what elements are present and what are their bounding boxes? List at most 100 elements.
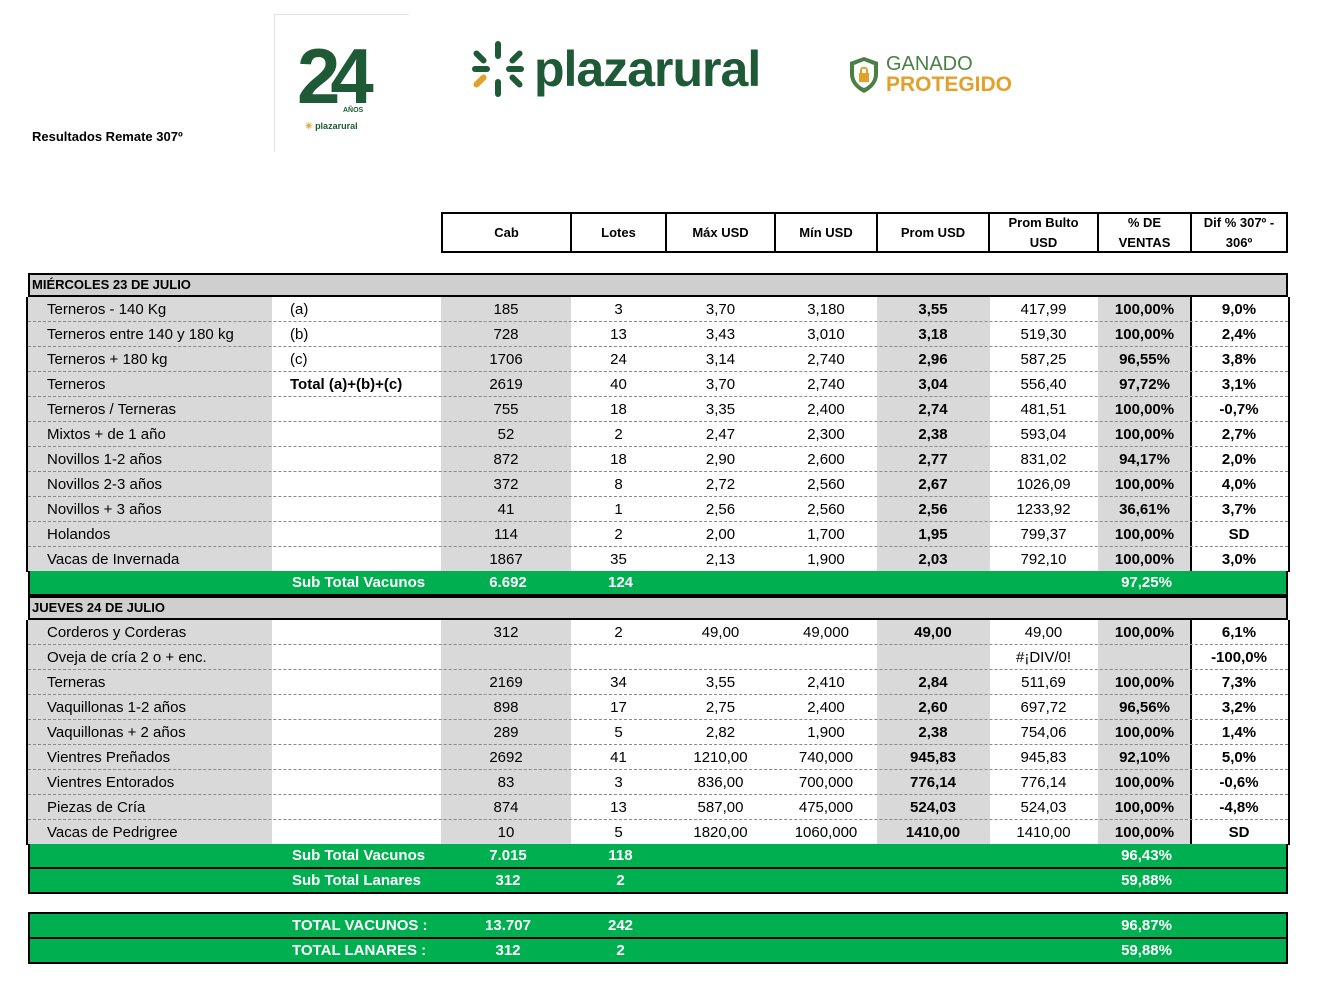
cell-min: 2,740 [807, 376, 845, 393]
table-row: Corderos y Corderas 312 2 49,00 49,000 49,00 4… [26, 620, 1290, 645]
row-border-left [26, 472, 28, 497]
row-border-right [1288, 770, 1290, 795]
cell-lotes: 2 [614, 624, 623, 641]
row-border-left [26, 547, 28, 572]
subtotal-lotes: 118 [608, 847, 633, 864]
cell-dif: 3,1% [1221, 376, 1257, 393]
row-category: Terneros + 180 kg [47, 351, 168, 368]
cell-min [774, 645, 878, 670]
row-border-right [1288, 422, 1290, 447]
brand-wordmark: plazarural [534, 41, 761, 97]
row-border-right [1288, 347, 1290, 372]
cell-dif: SD [1228, 526, 1250, 543]
total-vacunos-row: TOTAL VACUNOS : 13.707 242 96,87% [28, 912, 1288, 939]
table-row: Terneros entre 140 y 180 kg (b) 728 13 3,43 3… [26, 322, 1290, 347]
cell-max [665, 645, 776, 670]
cell-ventas: 100,00% [1114, 526, 1175, 543]
row-category: Terneros / Terneras [47, 401, 176, 418]
total-cab: 312 [495, 942, 521, 959]
row-border-right [1288, 720, 1290, 745]
cell-ventas: 94,17% [1119, 451, 1170, 468]
cell-bulto: 587,25 [1020, 351, 1067, 368]
cell-ventas: 100,00% [1114, 551, 1175, 568]
row-category: Holandos [47, 526, 111, 543]
row-border-left [26, 397, 28, 422]
col-header-min: Mín USD [774, 212, 878, 253]
subtotal-vacunos-row-2: Sub Total Vacunos 7.015 118 96,43% [28, 844, 1288, 869]
cell-bulto: 524,03 [1020, 799, 1067, 816]
cell-cab: 1706 [489, 351, 523, 368]
row-border-left [26, 372, 28, 397]
cell-bulto: 697,72 [1020, 699, 1067, 716]
cell-max: 2,00 [705, 526, 736, 543]
table-row: Vaquillonas + 2 años 289 5 2,82 1,900 2,38 754… [26, 720, 1290, 745]
row-note: (c) [290, 351, 308, 368]
logo-24-anos: AÑOS [343, 107, 364, 114]
subtotal-cab: 7.015 [489, 847, 527, 864]
cell-prom: 945,83 [910, 749, 956, 766]
total-ventas: 96,87% [1121, 917, 1172, 934]
row-category: Novillos + 3 años [47, 501, 162, 518]
cell-bulto: 1410,00 [1016, 824, 1071, 841]
cell-dif: 3,2% [1221, 699, 1257, 716]
cell-lotes: 8 [614, 476, 623, 493]
cell-prom: 2,74 [918, 401, 948, 418]
cell-min: 2,300 [807, 426, 845, 443]
subtotal-cab: 6.692 [489, 574, 527, 591]
cell-bulto: 49,00 [1024, 624, 1063, 641]
table-row: Terneros + 180 kg (c) 1706 24 3,14 2,740 2,96 5… [26, 347, 1290, 372]
row-border-right [1288, 620, 1290, 645]
cell-max: 3,43 [705, 326, 736, 343]
subtotal-label: Sub Total Vacunos [292, 574, 426, 591]
table-row: Vientres Preñados 2692 41 1210,00 740,000 945… [26, 745, 1290, 770]
row-category: Novillos 1-2 años [47, 451, 163, 468]
cell-dif: 3,0% [1221, 551, 1257, 568]
cell-max: 587,00 [697, 799, 744, 816]
cell-ventas: 100,00% [1114, 326, 1175, 343]
cell-max: 2,13 [705, 551, 736, 568]
anniversary-logo: 24 AÑOS ✳ plazarural [274, 14, 409, 152]
cell-lotes: 24 [610, 351, 627, 368]
cell-bulto: 556,40 [1020, 376, 1067, 393]
cell-max: 3,70 [705, 376, 736, 393]
row-border-right [1288, 820, 1290, 845]
cell-cab: 114 [494, 526, 518, 543]
cell-min: 3,180 [807, 301, 845, 318]
ganado-protegido-logo: GANADO PROTEGIDO [848, 54, 1012, 95]
cell-dif: 2,7% [1221, 426, 1257, 443]
cell-lotes: 5 [614, 824, 623, 841]
cell-cab: 10 [497, 824, 515, 841]
cell-cab [441, 645, 571, 670]
total-lotes: 242 [607, 917, 634, 934]
row-category: Vaquillonas 1-2 años [47, 699, 186, 716]
cell-prom: 2,38 [918, 426, 948, 443]
cell-prom: 3,04 [918, 376, 948, 393]
table-row: Vientres Entorados 83 3 836,00 700,000 776,14… [26, 770, 1290, 795]
cell-cab: 289 [493, 724, 519, 741]
col-header-ventas: % DE VENTAS [1097, 212, 1192, 253]
cell-prom [876, 645, 990, 670]
cell-dif: 4,0% [1221, 476, 1257, 493]
row-border-left [26, 422, 28, 447]
cell-prom: 49,00 [914, 624, 952, 641]
row-category: Mixtos + de 1 año [47, 426, 166, 443]
cell-bulto: 481,51 [1020, 401, 1067, 418]
cell-bulto: 945,83 [1020, 749, 1067, 766]
cell-cab: 898 [493, 699, 519, 716]
cell-lotes: 2 [614, 526, 623, 543]
cell-prom: 2,84 [918, 674, 948, 691]
row-category: Vacas de Pedrigree [47, 824, 178, 841]
cell-min: 49,000 [803, 624, 849, 641]
cell-bulto: 799,37 [1020, 526, 1067, 543]
row-border-right [1288, 695, 1290, 720]
row-border-right [1288, 522, 1290, 547]
cell-cab: 874 [493, 799, 519, 816]
cell-lotes: 2 [614, 426, 623, 443]
cell-min: 2,560 [807, 476, 845, 493]
row-border-right [1288, 745, 1290, 770]
cell-dif: 1,4% [1221, 724, 1257, 741]
cell-ventas: 100,00% [1114, 724, 1175, 741]
cell-ventas: 100,00% [1114, 674, 1175, 691]
col-header-dif: Dif % 307º - 306º [1190, 212, 1288, 253]
cell-dif: 3,8% [1221, 351, 1257, 368]
